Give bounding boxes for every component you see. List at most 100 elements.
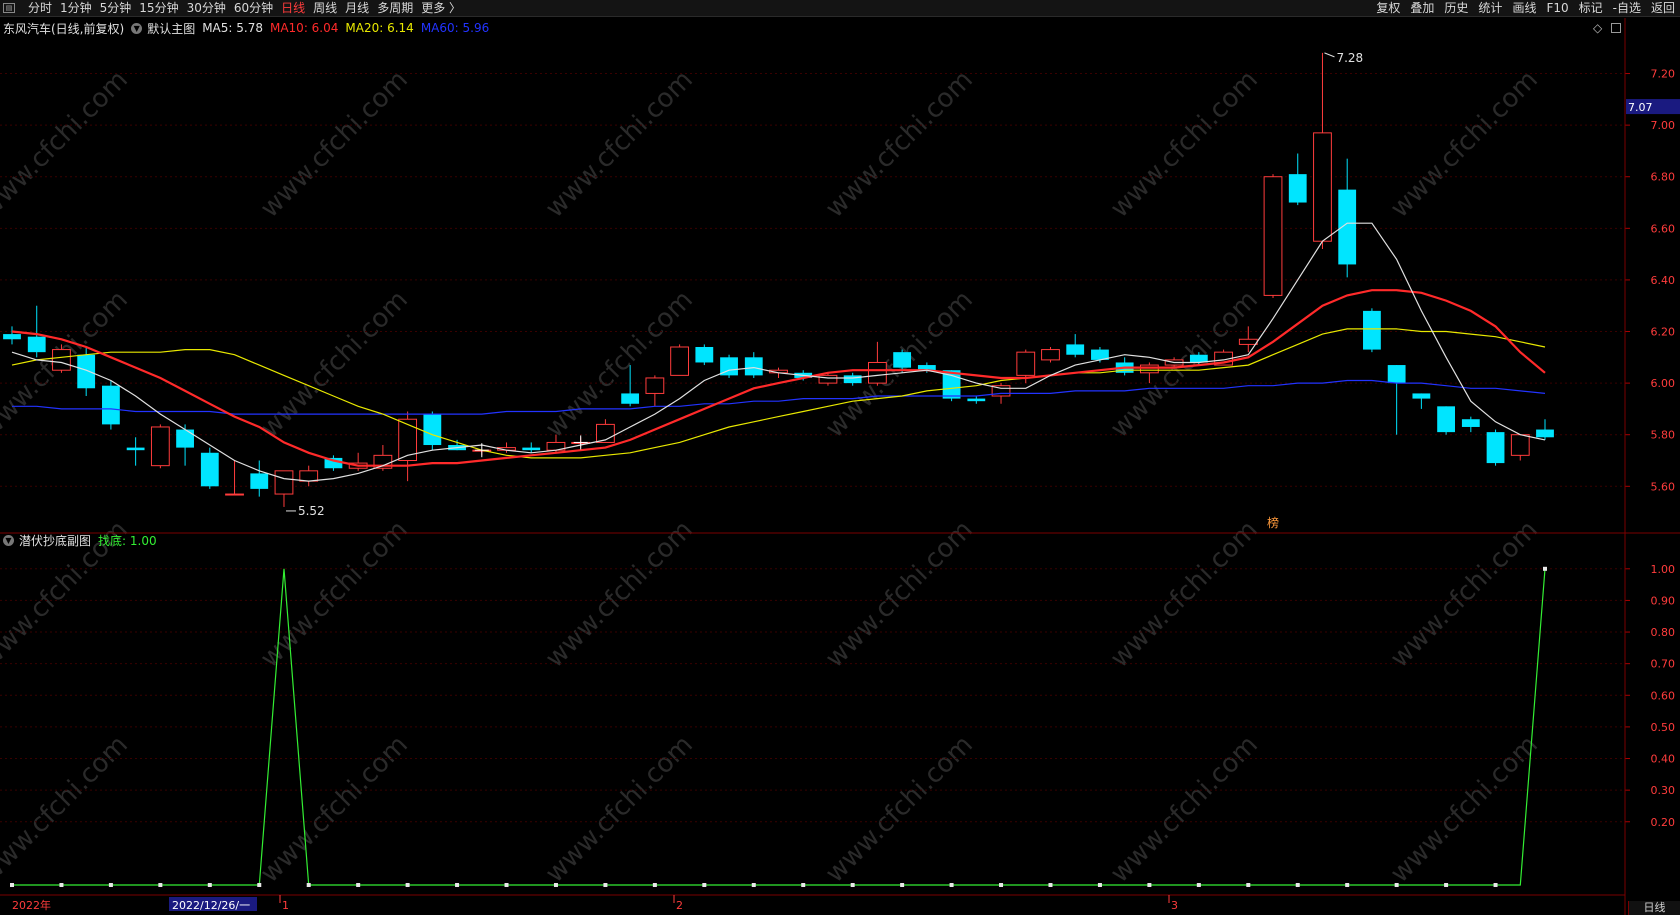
signal-point: [1345, 883, 1350, 887]
candle-down: [1486, 429, 1505, 466]
watermark-text: www.cfchi.com: [1385, 730, 1544, 889]
candle-body: [52, 349, 71, 371]
main-panel-header: 东风汽车(日线,前复权) ▼ 默认主图 MA5: 5.78 MA10: 6.04…: [3, 20, 496, 36]
candle-body: [150, 426, 170, 467]
signal-point: [1295, 883, 1300, 887]
candle-down: [744, 352, 763, 378]
candle-up: [1263, 174, 1283, 298]
candle-body: [423, 414, 442, 446]
watermark-text: www.cfchi.com: [1105, 730, 1264, 889]
signal-point: [59, 883, 64, 887]
signal-point: [1048, 883, 1053, 887]
candle-body: [967, 398, 986, 402]
candle-down: [1115, 357, 1134, 376]
candle-body: [176, 429, 194, 448]
candle-down: [695, 344, 714, 366]
candle-up: [150, 424, 170, 469]
candle-down: [522, 442, 541, 453]
candle-body: [1437, 406, 1455, 433]
signal-point: [652, 883, 657, 887]
signal-point: [10, 883, 14, 887]
candle-up: [1510, 434, 1530, 461]
signal-point: [257, 883, 262, 887]
signal-point: [900, 883, 905, 887]
candle-body: [695, 346, 714, 363]
signal-point: [108, 883, 113, 887]
stock-title[interactable]: 东风汽车(日线,前复权): [3, 20, 124, 37]
stock-chart-window: ▤ 分时 1分钟 5分钟 15分钟 30分钟 60分钟 日线 周线 月线 多周期…: [0, 0, 1680, 915]
candle-body: [225, 493, 244, 496]
candle-down: [1437, 406, 1455, 435]
candle-down: [1363, 308, 1381, 353]
watermark-text: www.cfchi.com: [1105, 515, 1264, 674]
candle-up: [299, 465, 319, 487]
signal-point: [553, 883, 558, 887]
diamond-icon[interactable]: ◇: [1593, 21, 1602, 35]
kline-chart[interactable]: www.cfchi.com www.cfchi.com www.cfchi.com w…: [0, 0, 1680, 915]
ma10-label: MA10: 6.04: [269, 21, 339, 35]
candle-up: [596, 419, 615, 443]
main-indicator-name[interactable]: 默认主图: [147, 20, 195, 37]
indicator-dropdown-icon[interactable]: ▼: [131, 22, 143, 34]
ma60-line: [12, 379, 1546, 415]
ma20-label: MA20: 6.14: [345, 21, 414, 35]
signal-point: [850, 883, 855, 887]
low-price-marker: 5.52: [298, 504, 325, 518]
candle-body: [744, 357, 763, 376]
candle-body: [1510, 434, 1530, 456]
sub-indicator-dropdown-icon[interactable]: ▼: [3, 534, 14, 546]
candle-up: [1313, 52, 1332, 249]
year-label: 2022年: [12, 898, 51, 912]
watermark-text: www.cfchi.com: [540, 515, 699, 674]
signal-point: [1196, 883, 1201, 887]
signal-axis-label: 0.60: [1651, 689, 1676, 702]
candle-down: [967, 396, 986, 404]
signal-point: [702, 883, 707, 887]
axis-labels: 7.20 7.00 6.80 6.60 6.40 6.20 6.00 5.80 5.60 1.00…: [1651, 68, 1676, 829]
moving-average-lines: [11, 222, 1546, 482]
price-axis-label: 6.60: [1651, 222, 1676, 235]
signal-point: [801, 883, 806, 887]
sub-indicator-name[interactable]: 潜伏抄底副图: [19, 532, 91, 549]
price-axis-label: 6.80: [1651, 171, 1676, 184]
maximize-icon[interactable]: [1611, 23, 1621, 33]
signal-axis-label: 0.90: [1651, 594, 1676, 607]
candle-down: [720, 354, 738, 378]
price-axis-label: 7.00: [1651, 119, 1676, 132]
ma5-line: [11, 222, 1546, 482]
watermark-text: www.cfchi.com: [0, 65, 134, 224]
candle-down: [102, 380, 120, 430]
watermark-text: www.cfchi.com: [255, 730, 414, 889]
date-axis: 2022年 2022/12/26/一 1 2 3: [12, 895, 1178, 912]
candle-body: [1363, 310, 1381, 350]
candle-up: [373, 445, 393, 471]
candle-body: [1139, 364, 1159, 374]
candle-up: [645, 375, 665, 407]
candle-down: [200, 447, 219, 489]
candle-body: [1461, 419, 1480, 427]
candle-body: [77, 354, 96, 389]
signal-axis-label: 0.80: [1651, 626, 1676, 639]
period-indicator[interactable]: 日线: [1628, 901, 1680, 915]
candle-body: [27, 336, 46, 353]
candle-down: [1412, 393, 1431, 409]
candle-body: [3, 334, 21, 340]
ma20-line: [11, 328, 1546, 459]
sub-panel-header: ▼ 潜伏抄底副图 找底: 1.00: [3, 532, 164, 548]
candle-body: [299, 470, 319, 482]
list-badge: 榜: [1267, 515, 1279, 530]
signal-axis-label: 1.00: [1651, 563, 1676, 576]
candle-down: [1387, 365, 1406, 435]
candle-body: [200, 452, 219, 487]
watermark-text: www.cfchi.com: [540, 730, 699, 889]
candle-body: [1412, 393, 1431, 399]
candle-down: [1066, 334, 1085, 358]
signal-point: [603, 883, 608, 887]
candle-body: [1486, 432, 1505, 464]
candle-body: [1041, 349, 1060, 361]
signal-point: [356, 883, 361, 887]
candle-up: [670, 344, 689, 376]
candle-body: [522, 447, 541, 451]
cursor-date-label: 2022/12/26/一: [172, 899, 250, 912]
candle-body: [1016, 351, 1036, 376]
